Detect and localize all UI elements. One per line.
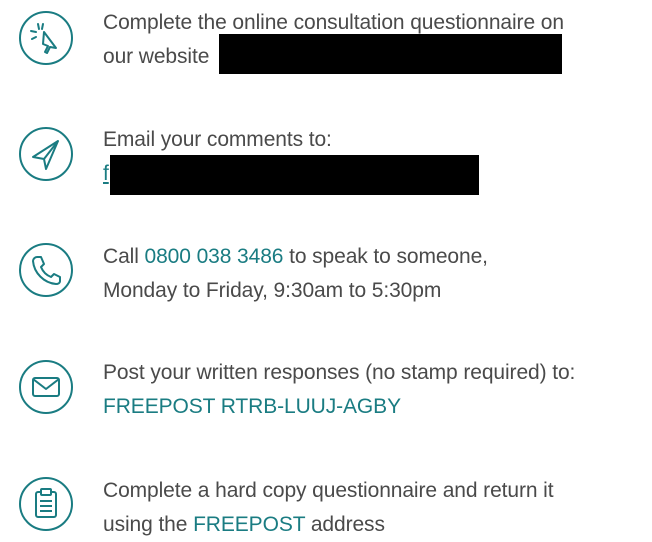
freepost-address: FREEPOST RTRB-LUUJ-AGBY [103,395,401,418]
method-line-text: Call [103,245,145,268]
freepost-word: FREEPOST [193,513,306,536]
phone-number[interactable]: 0800 038 3486 [145,245,284,268]
method-text: Call 0800 038 3486 to speak to someone, … [103,240,652,308]
paper-plane-icon [18,126,74,182]
method-line: f [103,155,652,195]
cursor-click-icon [18,10,74,66]
redacted-email-address [110,155,479,195]
method-text: Complete the online consultation questio… [103,6,652,75]
method-line-text: using the [103,513,194,536]
method-line: our website [103,34,652,75]
envelope-icon [18,359,74,415]
method-line-text: our website [103,45,210,68]
method-line: Monday to Friday, 9:30am to 5:30pm [103,279,442,302]
redacted-website-url [219,34,563,75]
method-line: Post your written responses (no stamp re… [103,361,576,384]
method-line-text: to speak to someone, [283,245,488,268]
phone-icon [18,242,74,298]
method-line: Email your comments to: [103,128,332,151]
method-line-text: address [305,513,385,536]
method-line: Complete a hard copy questionnaire and r… [103,479,554,502]
clipboard-icon [18,476,74,532]
email-link[interactable]: f [103,162,109,185]
method-text: Email your comments to: f [103,123,652,195]
method-text: Post your written responses (no stamp re… [103,356,652,424]
method-line: Call 0800 038 3486 to speak to someone, [103,240,652,274]
method-text: Complete a hard copy questionnaire and r… [103,474,652,542]
